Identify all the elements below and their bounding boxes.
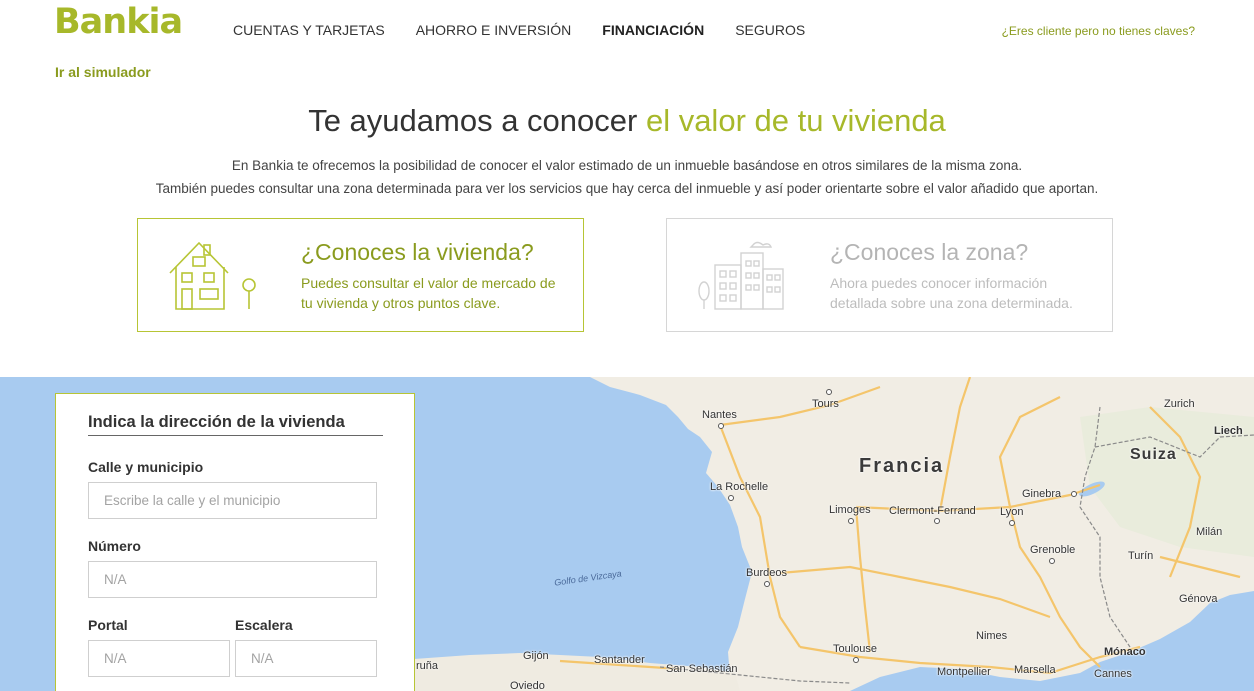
map-label-suiza: Suiza — [1130, 446, 1177, 463]
street-label: Calle y municipio — [88, 459, 204, 475]
portal-label: Portal — [88, 617, 128, 633]
map-city-nimes: Nimes — [976, 630, 1008, 642]
map-city-dot — [826, 389, 832, 395]
map-city-burdeos: Burdeos — [746, 567, 787, 579]
map-city-dot — [848, 518, 854, 524]
street-input[interactable] — [88, 482, 377, 519]
map-city-dot — [853, 657, 859, 663]
map-city-genova: Génova — [1179, 593, 1218, 605]
map-city-marsella: Marsella — [1014, 664, 1056, 676]
number-input[interactable] — [88, 561, 377, 598]
hero-desc-line-1: En Bankia te ofrecemos la posibilidad de… — [231, 158, 1023, 173]
map-city-dot — [718, 423, 724, 429]
map-city-limoges: Limoges — [829, 504, 871, 516]
map-city-toulouse: Toulouse — [833, 643, 878, 655]
stair-input[interactable] — [235, 640, 377, 677]
map-city-tours: Tours — [812, 398, 839, 410]
buildings-icon — [695, 239, 795, 316]
map-city-dot — [1071, 491, 1077, 497]
map-city-monaco: Mónaco — [1104, 646, 1146, 658]
stair-label: Escalera — [235, 617, 293, 633]
hero-title: Te ayudamos a conocer el valor de tu viv… — [0, 103, 1254, 139]
map-city-montpellier: Montpellier — [937, 666, 991, 678]
map-city-dot — [728, 495, 734, 501]
map-city-ginebra: Ginebra — [1022, 488, 1062, 500]
address-form: Indica la dirección de la vivienda Calle… — [55, 393, 415, 691]
map-city-san-sebastian: San Sebastián — [666, 663, 738, 675]
page: Bankia CUENTAS Y TARJETAS AHORRO E INVER… — [0, 0, 1254, 691]
know-zone-title: ¿Conoces la zona? — [830, 239, 1029, 265]
map-city-clermont-ferrand: Clermont-Ferrand — [889, 505, 976, 517]
nav-financiacion[interactable]: FINANCIACIÓN — [602, 22, 704, 38]
map-label-francia: Francia — [859, 455, 945, 477]
number-label: Número — [88, 538, 141, 554]
house-icon — [166, 239, 266, 316]
map-city-dot — [1009, 520, 1015, 526]
map-city-coruna: ruña — [416, 660, 439, 672]
map-city-liech: Liech — [1214, 425, 1243, 437]
hero-desc-line-2: También puedes consultar una zona determ… — [155, 181, 1099, 196]
map-city-dot — [764, 581, 770, 587]
hero-description: En Bankia te ofrecemos la posibilidad de… — [0, 154, 1254, 200]
hero-title-main: Te ayudamos a conocer — [308, 103, 646, 138]
map-city-grenoble: Grenoble — [1030, 544, 1076, 556]
address-form-title: Indica la dirección de la vivienda — [88, 413, 383, 436]
map-city-milan: Milán — [1196, 526, 1223, 538]
nav-cuentas-tarjetas[interactable]: CUENTAS Y TARJETAS — [233, 22, 385, 38]
map-city-zurich: Zurich — [1164, 398, 1195, 410]
map-city-turin: Turín — [1128, 550, 1154, 562]
client-no-keys-link[interactable]: ¿Eres cliente pero no tienes claves? — [1002, 24, 1195, 38]
map-city-dot — [1049, 558, 1055, 564]
map-city-lyon: Lyon — [1000, 506, 1024, 518]
map-city-oviedo: Oviedo — [510, 680, 545, 691]
map-city-nantes: Nantes — [702, 409, 737, 421]
portal-input[interactable] — [88, 640, 230, 677]
simulator-link[interactable]: Ir al simulador — [55, 64, 151, 80]
bankia-logo[interactable]: Bankia — [54, 2, 183, 42]
main-nav: CUENTAS Y TARJETAS AHORRO E INVERSIÓN FI… — [233, 22, 836, 38]
know-zone-card[interactable]: ¿Conoces la zona? Ahora puedes conocer i… — [666, 218, 1113, 332]
map-city-cannes: Cannes — [1094, 668, 1132, 680]
hero-title-accent: el valor de tu vivienda — [645, 103, 946, 138]
nav-seguros[interactable]: SEGUROS — [735, 22, 805, 38]
map-city-dot — [934, 518, 940, 524]
map-city-la-rochelle: La Rochelle — [710, 481, 769, 493]
know-house-card[interactable]: ¿Conoces la vivienda? Puedes consultar e… — [137, 218, 584, 332]
map-city-santander: Santander — [594, 654, 645, 666]
know-zone-text: Ahora puedes conocer información detalla… — [830, 275, 1073, 311]
map-city-gijon: Gijón — [523, 650, 549, 662]
know-house-text: Puedes consultar el valor de mercado de … — [301, 275, 556, 311]
know-house-title: ¿Conoces la vivienda? — [301, 239, 534, 265]
nav-ahorro-inversion[interactable]: AHORRO E INVERSIÓN — [416, 22, 572, 38]
